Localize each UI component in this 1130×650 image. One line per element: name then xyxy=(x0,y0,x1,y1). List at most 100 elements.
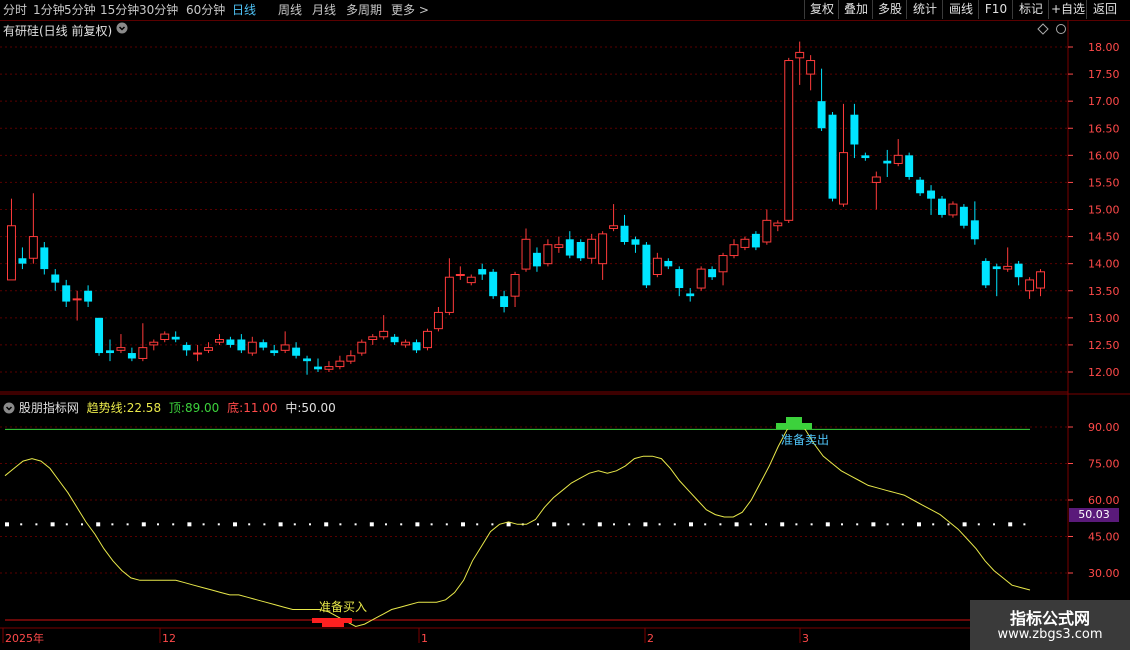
candle-body xyxy=(871,176,881,183)
candle-body xyxy=(828,114,837,199)
watermark: 指标公式网 www.zbgs3.com xyxy=(970,600,1130,650)
bottom-label: 底: xyxy=(227,401,244,415)
date-tick-label: 2 xyxy=(647,632,654,645)
mid-label: 中: xyxy=(285,401,302,415)
candle-body xyxy=(784,60,794,221)
candle-body xyxy=(686,293,695,297)
period-tab-4[interactable]: 30分钟 xyxy=(139,2,178,18)
toolbar-button-6[interactable]: 标记 xyxy=(1012,0,1049,19)
candle-body xyxy=(455,274,465,276)
mid-level-dot xyxy=(81,523,83,526)
mid-level-dot xyxy=(932,523,935,526)
price-tick-label: 14.00 xyxy=(1088,258,1120,271)
chevron-down-circle-icon[interactable] xyxy=(116,22,128,34)
mid-level-dot xyxy=(993,523,995,526)
candle-body xyxy=(7,225,16,281)
mid-level-dot xyxy=(354,523,357,526)
candle-body xyxy=(883,160,892,164)
toolbar-button-7[interactable]: +自选 xyxy=(1048,0,1087,19)
candle-body xyxy=(444,276,454,313)
period-tab-10[interactable]: 更多 > xyxy=(391,2,429,18)
chevron-down-circle-icon[interactable] xyxy=(3,402,15,414)
indicator-tick-label: 90.00 xyxy=(1088,421,1120,434)
candle-body xyxy=(795,51,805,59)
candle-body xyxy=(401,341,411,346)
mid-value: 50.00 xyxy=(301,401,336,415)
candle-body xyxy=(598,233,608,265)
candle-body xyxy=(927,190,936,199)
toolbar-button-0[interactable]: 复权 xyxy=(804,0,839,19)
top-value: 89.00 xyxy=(184,401,220,415)
mid-level-dot xyxy=(977,523,980,526)
candle-body xyxy=(314,366,322,370)
candle-body xyxy=(160,333,170,341)
mid-level-dot xyxy=(96,522,101,527)
period-tab-7[interactable]: 周线 xyxy=(278,2,302,18)
watermark-url: www.zbgs3.com xyxy=(997,627,1103,642)
indicator-header: 股朋指标网 趋势线:22.58 顶:89.00 底:11.00 中:50.00 xyxy=(3,399,336,416)
candle-body xyxy=(292,347,301,356)
candle-body xyxy=(510,274,520,297)
toolbar-button-3[interactable]: 统计 xyxy=(906,0,943,19)
candle-body xyxy=(270,350,279,354)
candle-body xyxy=(433,311,443,330)
candle-body xyxy=(95,317,104,354)
circle-icon[interactable] xyxy=(1055,23,1067,35)
mid-level-dot xyxy=(962,522,967,527)
period-tab-8[interactable]: 月线 xyxy=(312,2,336,18)
candle-body xyxy=(72,298,82,301)
candle-body xyxy=(839,152,848,205)
period-tab-3[interactable]: 15分钟 xyxy=(100,2,139,18)
indicator-name: 股朋指标网 xyxy=(18,401,79,415)
mid-level-dot xyxy=(400,523,403,526)
mid-level-dot xyxy=(324,522,329,527)
period-tab-6[interactable]: 日线 xyxy=(232,2,256,18)
candle-body xyxy=(368,336,378,340)
candle-body xyxy=(1003,265,1013,270)
mid-level-dot xyxy=(65,523,68,526)
candle-body xyxy=(861,155,870,159)
buy-marker xyxy=(312,618,352,623)
mid-level-dot xyxy=(886,523,889,526)
mid-level-dot xyxy=(673,523,676,526)
candle-body xyxy=(773,222,783,227)
candle-body xyxy=(959,206,968,226)
candle-body xyxy=(708,269,717,278)
candle-body xyxy=(500,296,509,307)
candle-body xyxy=(543,244,553,265)
diamond-icon[interactable] xyxy=(1037,23,1049,35)
period-tab-0[interactable]: 分时 xyxy=(3,2,27,18)
mid-level-dot xyxy=(628,523,631,526)
price-tick-label: 16.00 xyxy=(1088,149,1120,162)
candle-body xyxy=(642,244,651,286)
toolbar-button-4[interactable]: 画线 xyxy=(942,0,979,19)
indicator-tick-label: 60.00 xyxy=(1088,494,1120,507)
toolbar-button-1[interactable]: 叠加 xyxy=(838,0,873,19)
candle-body xyxy=(576,242,585,259)
candle-body xyxy=(18,258,27,264)
bottom-value: 11.00 xyxy=(243,401,278,415)
candle-body xyxy=(893,154,903,164)
mid-level-dot xyxy=(476,523,479,526)
period-tab-2[interactable]: 5分钟 xyxy=(64,2,96,18)
kline-chart[interactable]: 18.00 17.50 17.00 16.50 16.00 15.50 15.00 14.50… xyxy=(0,0,1130,650)
period-toolbar: 分时 1分钟 5分钟 15分钟 30分钟 60分钟 日线 周线 月线 多周期 更多 > 复权 叠加 多股统… xyxy=(0,0,1130,21)
candle-body xyxy=(948,203,958,216)
mid-level-dot xyxy=(491,523,494,526)
candle-body xyxy=(652,257,662,275)
candle-body xyxy=(970,220,979,240)
price-tick-label: 15.00 xyxy=(1088,204,1120,217)
period-tab-9[interactable]: 多周期 xyxy=(346,2,382,18)
mid-level-dot xyxy=(825,522,830,527)
period-tab-5[interactable]: 60分钟 xyxy=(186,2,225,18)
candle-body xyxy=(303,358,312,362)
toolbar-button-5[interactable]: F10 xyxy=(978,0,1013,19)
toolbar-button-2[interactable]: 多股 xyxy=(872,0,907,19)
period-tab-1[interactable]: 1分钟 xyxy=(33,2,65,18)
candle-body xyxy=(521,238,531,270)
candle-body xyxy=(696,268,706,289)
watermark-title: 指标公式网 xyxy=(1009,609,1090,628)
date-tick-label: 1 xyxy=(421,632,428,645)
mid-level-dot xyxy=(430,523,433,526)
toolbar-button-8[interactable]: 返回 xyxy=(1086,0,1123,19)
